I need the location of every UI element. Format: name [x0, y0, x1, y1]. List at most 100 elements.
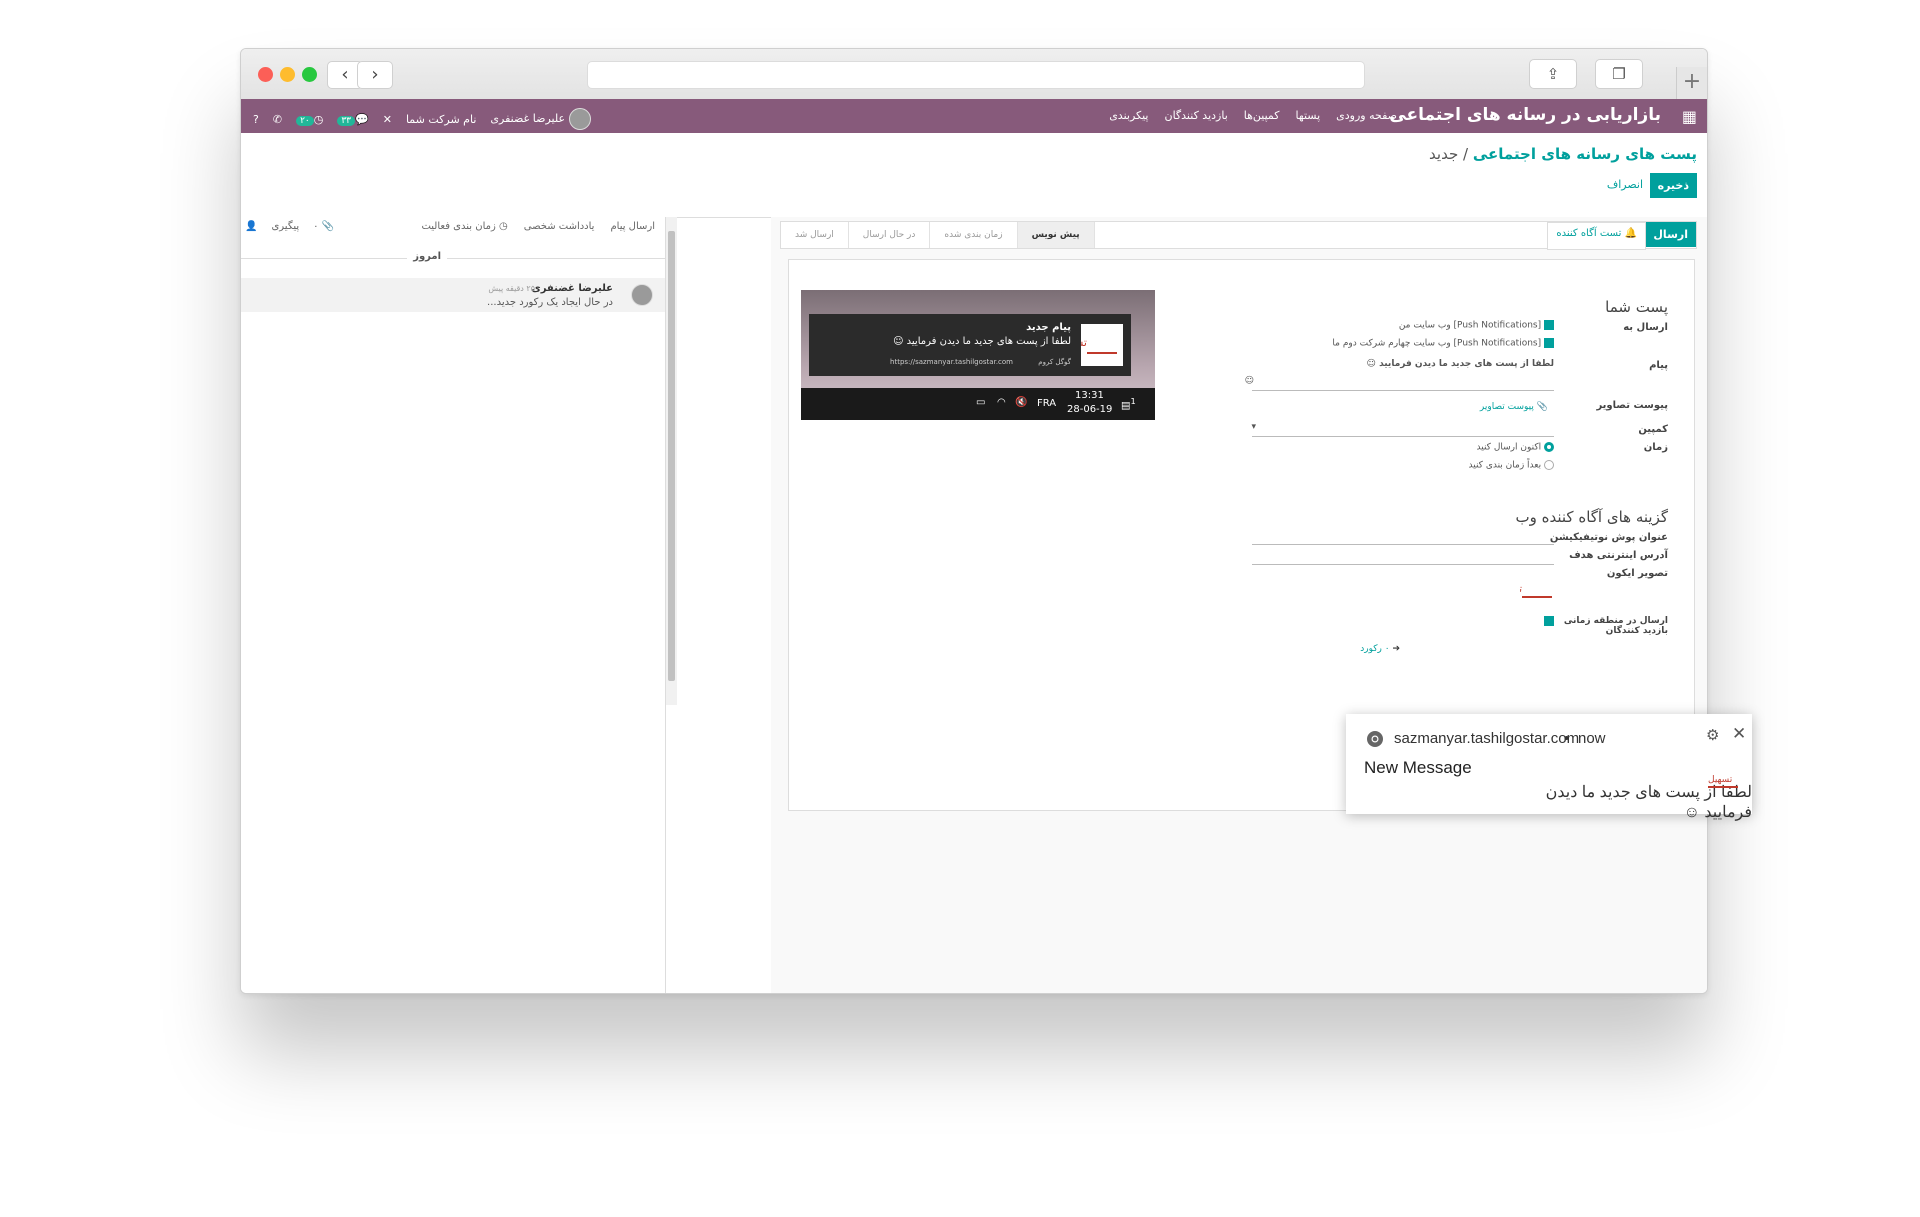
- close-icon[interactable]: ✕: [1732, 724, 1746, 744]
- battery-icon: ▭: [976, 397, 986, 408]
- arrow-left-icon[interactable]: ➔: [1392, 644, 1400, 654]
- date-separator: امروز: [407, 251, 447, 262]
- messages-icon[interactable]: 💬۳۳: [337, 113, 369, 126]
- save-button[interactable]: ذخیره: [1649, 173, 1697, 198]
- address-bar[interactable]: [587, 61, 1365, 89]
- breadcrumb: پست های رسانه های اجتماعی / جدید: [1429, 145, 1697, 163]
- test-notifier-label: تست آگاه کننده: [1556, 228, 1622, 239]
- preview-body: لطفا از پست های جدید ما دیدن فرمایید ☺: [893, 336, 1071, 347]
- attachments-button[interactable]: ۰ 📎: [313, 221, 334, 232]
- message-author[interactable]: علیرضا غضنفری: [532, 283, 613, 294]
- checkbox-icon[interactable]: [1544, 338, 1554, 348]
- menu-item-home[interactable]: صفحه ورودی: [1336, 109, 1397, 122]
- timezone-label: ارسال در منطقه زمانی بازدید کنندگان: [1564, 616, 1668, 636]
- attach-images-link[interactable]: 📎 پیوست تصاویر: [1480, 402, 1548, 412]
- breadcrumb-parent[interactable]: پست های رسانه های اجتماعی: [1473, 145, 1697, 163]
- target-url-field[interactable]: [1252, 564, 1554, 565]
- preview-browser: گوگل کروم: [1038, 358, 1071, 366]
- share-icon[interactable]: ⇪: [1529, 59, 1577, 89]
- timezone-checkbox[interactable]: [1544, 616, 1554, 627]
- menu-item-campaigns[interactable]: کمپین‌ها: [1244, 109, 1280, 122]
- notification-preview-image: تسهیل پیام جدید لطفا از پست های جدید ما …: [801, 290, 1155, 420]
- grid-icon[interactable]: ▦: [1682, 107, 1697, 126]
- user-menu[interactable]: علیرضا غضنفری: [490, 108, 591, 130]
- discard-button[interactable]: انصراف: [1607, 178, 1643, 191]
- form-scrollbar[interactable]: [665, 217, 677, 705]
- test-notifier-button[interactable]: 🔔 تست آگاه کننده: [1547, 222, 1646, 250]
- checkbox-icon[interactable]: [1544, 320, 1554, 330]
- menu-item-posts[interactable]: پستها: [1296, 109, 1321, 122]
- attach-images-link-label: پیوست تصاویر: [1479, 402, 1534, 412]
- main-menu: صفحه ورودی پستها کمپین‌ها بازدید کنندگان…: [1109, 109, 1397, 122]
- preview-notification: تسهیل پیام جدید لطفا از پست های جدید ما …: [809, 314, 1131, 376]
- preview-title: پیام جدید: [1026, 322, 1071, 333]
- clock-icon[interactable]: ◷۲۰: [296, 113, 323, 126]
- pager[interactable]: ➔ ۰ رکورد: [1360, 644, 1400, 654]
- time-option-later[interactable]: بعداً زمان بندی کنید: [1469, 460, 1554, 471]
- app-title[interactable]: بازاریابی در رسانه های اجتماعی: [1389, 105, 1661, 125]
- campaign-field[interactable]: [1252, 436, 1554, 437]
- close-window-button[interactable]: [258, 67, 273, 82]
- stage-scheduled[interactable]: زمان بندی شده: [930, 222, 1018, 248]
- message-field[interactable]: لطفا از پست های جدید ما دیدن فرمایید ☺: [1367, 359, 1554, 369]
- maximize-window-button[interactable]: [302, 67, 317, 82]
- checkbox-icon[interactable]: [1544, 616, 1554, 626]
- help-icon[interactable]: ?: [253, 113, 259, 126]
- notification-time: now: [1578, 730, 1606, 747]
- company-logo-icon: تسهیل: [1495, 584, 1552, 598]
- radio-icon[interactable]: [1544, 442, 1554, 452]
- svg-text:تسهیل: تسهیل: [1708, 775, 1733, 785]
- schedule-activity-label: زمان بندی فعالیت: [421, 221, 496, 232]
- time-option-later-label: بعداً زمان بندی کنید: [1468, 460, 1542, 471]
- follower-icon[interactable]: 👤: [245, 221, 257, 232]
- section-title-your-post: پست شما: [1605, 298, 1668, 316]
- gear-icon[interactable]: ⚙: [1706, 726, 1719, 744]
- account-item[interactable]: [Push Notifications] وب سایت من: [1399, 320, 1554, 331]
- message-body: در حال ایجاد یک رکورد جدید...: [487, 297, 613, 308]
- company-logo-icon: تسهیل: [1057, 336, 1117, 354]
- schedule-activity-button[interactable]: ◷ زمان بندی فعالیت: [421, 221, 507, 232]
- form-view: ارسال 🔔 تست آگاه کننده ارسال شد در حال ا…: [771, 217, 1707, 993]
- phone-icon[interactable]: ✆: [273, 113, 282, 126]
- menu-item-visitors[interactable]: بازدید کنندگان: [1164, 109, 1227, 122]
- notification-separator: •: [1564, 730, 1570, 747]
- log-note-button[interactable]: یادداشت شخصی: [524, 221, 595, 232]
- control-panel: پست های رسانه های اجتماعی / جدید ذخیره ا…: [241, 133, 1707, 218]
- stage-sent[interactable]: ارسال شد: [781, 222, 849, 248]
- close-icon[interactable]: ✕: [383, 113, 392, 126]
- account-item[interactable]: [Push Notifications] وب سایت چهارم شرکت …: [1332, 338, 1554, 349]
- wifi-icon: ◠: [997, 397, 1006, 408]
- radio-icon[interactable]: [1544, 460, 1554, 470]
- time-option-now[interactable]: اکنون ارسال کنید: [1477, 442, 1554, 453]
- tabs-icon[interactable]: ❐: [1595, 59, 1643, 89]
- new-tab-button[interactable]: +: [1676, 67, 1707, 99]
- status-bar: ارسال 🔔 تست آگاه کننده ارسال شد در حال ا…: [780, 221, 1697, 250]
- paperclip-icon: 📎: [321, 221, 335, 232]
- company-switcher[interactable]: نام شرکت شما: [406, 113, 476, 126]
- account-label: [Push Notifications] وب سایت چهارم شرکت …: [1332, 338, 1542, 349]
- time-option-now-label: اکنون ارسال کنید: [1476, 442, 1542, 453]
- logo-image-field[interactable]: تسهیل: [1495, 578, 1554, 602]
- scrollbar-thumb[interactable]: [668, 231, 675, 681]
- minimize-window-button[interactable]: [280, 67, 295, 82]
- send-message-button[interactable]: ارسال پیام: [610, 221, 655, 232]
- menu-item-config[interactable]: پیکربندی: [1109, 109, 1148, 122]
- browser-toolbar: ‹ › ⇪ ❐ +: [241, 49, 1707, 100]
- stage-draft[interactable]: پیش نویس: [1017, 222, 1095, 248]
- preview-taskbar: ▭ ◠ 🔇 FRA 13:31 28-06-19 ▤1: [801, 388, 1155, 420]
- emoji-icon[interactable]: ☺: [1245, 376, 1254, 386]
- icon-image-label: تصویر ایکون: [1606, 568, 1668, 579]
- stage-sending[interactable]: در حال ارسال: [848, 222, 931, 248]
- push-title-field[interactable]: [1252, 544, 1554, 545]
- message-underline: [1252, 390, 1554, 391]
- chevron-down-icon[interactable]: ▾: [1251, 422, 1256, 432]
- attachments-count: ۰: [313, 221, 319, 232]
- follow-button[interactable]: پیگیری: [271, 221, 299, 232]
- send-button[interactable]: ارسال: [1645, 222, 1696, 247]
- push-title-label: عنوان پوش نوتیفیکیشن: [1549, 532, 1668, 543]
- forward-button[interactable]: ›: [357, 61, 393, 89]
- chrome-icon: [1366, 730, 1384, 753]
- time-label: زمان: [1643, 442, 1668, 453]
- chatter-message: علیرضا غضنفری ۲۵ دقیقه پیش در حال ایجاد …: [241, 278, 665, 312]
- desktop-notification[interactable]: sazmanyar.tashilgostar.com • now ⚙ ✕ New…: [1346, 714, 1752, 821]
